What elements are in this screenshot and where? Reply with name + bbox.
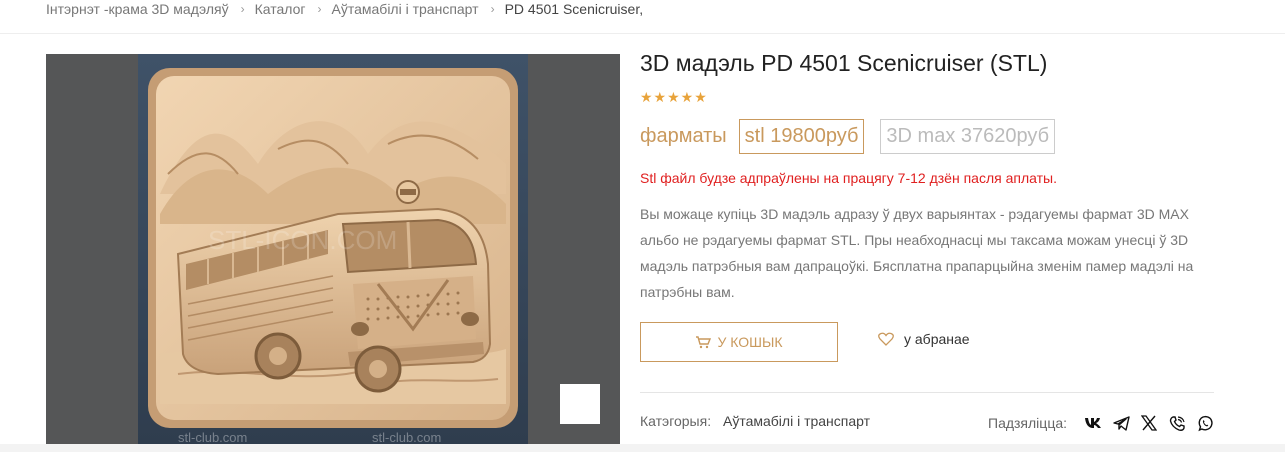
category-link[interactable]: Аўтамабілі і транспарт xyxy=(723,413,870,429)
image-watermark-right: stl-club.com xyxy=(372,430,441,444)
x-icon xyxy=(1141,415,1158,431)
product-title: 3D мадэль PD 4501 Scenicruiser (STL) xyxy=(640,50,1048,76)
share-x-button[interactable] xyxy=(1135,412,1163,434)
page-bottom-strip xyxy=(0,444,1285,452)
product-image-gallery[interactable]: STL-ICON.COM stl-club.com stl-club.com xyxy=(46,54,620,444)
add-to-cart-label: У КОШЫК xyxy=(717,334,783,350)
share-vk-button[interactable] xyxy=(1079,412,1107,434)
favorites-label: у абранае xyxy=(904,331,970,347)
product-image: STL-ICON.COM stl-club.com stl-club.com xyxy=(138,54,528,444)
telegram-icon xyxy=(1112,415,1130,431)
cart-icon xyxy=(696,336,712,349)
product-description: Вы можаце купіць 3D мадэль адразу ў двух… xyxy=(640,206,1194,300)
format-stl-option[interactable]: stl 19800руб xyxy=(738,118,865,154)
heart-icon xyxy=(878,332,894,346)
chevron-right-icon: › xyxy=(490,2,495,16)
image-watermark-left: stl-club.com xyxy=(178,430,247,444)
formats-label: фарматы xyxy=(640,124,727,147)
meta-divider xyxy=(640,392,1214,393)
vk-icon xyxy=(1085,418,1102,428)
image-watermark-center: STL-ICON.COM xyxy=(208,225,397,255)
format-selector: фарматы stl 19800руб 3D max 37620руб xyxy=(640,118,1071,154)
share-label: Падзяліцца: xyxy=(988,415,1068,431)
share-bar: Падзяліцца: xyxy=(988,412,1219,434)
breadcrumb-catalog[interactable]: Каталог xyxy=(255,1,306,17)
delivery-notice: Stl файл будзе адпраўлены на працягу 7-1… xyxy=(640,170,1057,186)
whatsapp-icon xyxy=(1197,415,1213,431)
breadcrumb-category[interactable]: Аўтамабілі і транспарт xyxy=(332,1,479,17)
add-to-favorites-button[interactable]: у абранае xyxy=(878,331,970,347)
rating-stars: ★★★★★ xyxy=(640,89,708,105)
add-to-cart-button[interactable]: У КОШЫК xyxy=(640,322,838,362)
breadcrumb-current: PD 4501 Scenicruiser, xyxy=(504,1,644,17)
share-viber-button[interactable] xyxy=(1163,412,1191,434)
header-divider xyxy=(0,33,1285,34)
category-label: Катэгорыя: xyxy=(640,413,712,429)
chevron-right-icon: › xyxy=(317,2,322,16)
viber-icon xyxy=(1169,415,1185,431)
share-whatsapp-button[interactable] xyxy=(1191,412,1219,434)
breadcrumb-home[interactable]: Інтэрнэт -крама 3D мадэляў xyxy=(46,1,229,17)
zoom-button[interactable] xyxy=(560,384,600,424)
chevron-right-icon: › xyxy=(240,2,245,16)
share-telegram-button[interactable] xyxy=(1107,412,1135,434)
format-3dmax-option[interactable]: 3D max 37620руб xyxy=(880,118,1056,154)
breadcrumb: Інтэрнэт -крама 3D мадэляў › Каталог › А… xyxy=(46,0,643,18)
product-category: Катэгорыя: Аўтамабілі і транспарт xyxy=(640,413,870,429)
